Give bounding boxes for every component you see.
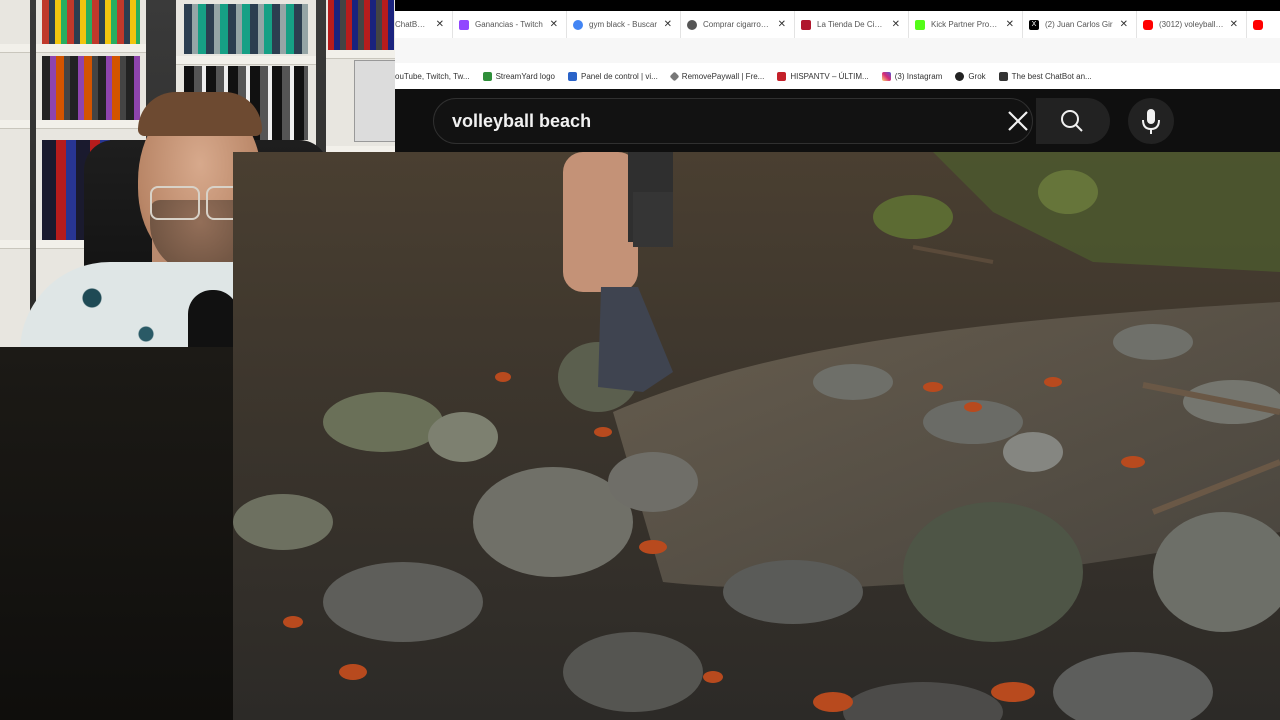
book-row [42,56,140,120]
tab-x[interactable]: X (2) Juan Carlos Gir ✕ [1023,11,1137,38]
shelf-board [36,44,146,53]
search-icon [1061,110,1083,132]
address-bar-area[interactable] [395,38,1280,63]
tab-label: La Tienda De Cigar [817,20,886,29]
bookmark-item[interactable]: Grok [955,71,986,81]
tab-label: Comprar cigarros H [703,20,772,29]
tab-google[interactable]: gym black - Buscar ✕ [567,11,681,38]
shelf-board [0,120,30,129]
tab-kick[interactable]: Kick Partner Progra ✕ [909,11,1023,38]
tab-label: gym black - Buscar [589,20,658,29]
clear-search-button[interactable] [1002,105,1034,137]
google-favicon-icon [573,19,583,30]
glasses-lens-left [150,186,200,220]
close-icon[interactable]: ✕ [1230,19,1238,30]
tab-label: ChatBot a [395,20,430,29]
close-icon[interactable]: ✕ [778,19,786,30]
shelf-board [0,44,30,53]
bookmark-item[interactable]: HISPANTV – ÚLTIM... [777,71,869,81]
close-icon [1008,111,1028,131]
youtube-favicon-icon [1143,19,1153,30]
book-row [42,0,140,44]
tab-label: (2) Juan Carlos Gir [1045,20,1113,29]
bookmark-item[interactable]: ouTube, Twitch, Tw... [395,72,470,81]
bookmark-label: ouTube, Twitch, Tw... [395,71,470,81]
person-hair [138,92,262,136]
bookmark-label: (3) Instagram [894,71,943,81]
voice-search-button[interactable] [1128,98,1174,144]
tab-strip: ChatBot a ✕ Ganancias - Twitch ✕ gym bla… [395,0,1280,38]
shop-favicon-icon [801,19,811,30]
instagram-icon [881,71,891,81]
twitch-favicon-icon [459,19,469,30]
tab-label: (3012) voleyball - Y [1159,20,1224,29]
bookmark-item[interactable]: (3) Instagram [881,71,943,81]
close-icon[interactable]: ✕ [1006,19,1014,30]
bookshelf [0,0,30,347]
browser-window: ChatBot a ✕ Ganancias - Twitch ✕ gym bla… [395,0,1280,152]
bookmarks-bar: ouTube, Twitch, Tw... StreamYard logo Pa… [395,63,1280,89]
tab-youtube[interactable]: (3012) voleyball - Y ✕ [1137,11,1247,38]
close-icon[interactable]: ✕ [436,19,444,30]
bookmark-item[interactable]: RemovePaywall | Fre... [669,71,765,81]
tabstrip-top-bar [395,0,1280,11]
shelf-board [0,240,30,249]
grok-icon [955,71,965,81]
book-row [328,0,394,50]
shelf-board [176,56,316,65]
site-favicon-icon [687,19,697,30]
book-row [184,4,308,54]
bookmark-label: HISPANTV – ÚLTIM... [790,71,869,81]
tab-label: Ganancias - Twitch [475,20,543,29]
close-icon[interactable]: ✕ [1120,19,1128,30]
bookmark-label: Panel de control | vi... [581,71,658,81]
x-logo-icon: X [1029,19,1039,30]
close-icon[interactable]: ✕ [550,19,558,30]
tab-chatbot[interactable]: ChatBot a ✕ [395,11,453,38]
close-icon[interactable]: ✕ [664,19,672,30]
shelf-board [36,120,146,129]
shelf-board [326,50,395,59]
microphone-icon [1142,109,1160,134]
youtube-favicon-icon [1253,19,1263,30]
streamyard-icon [482,71,492,81]
hispantv-icon [777,71,787,81]
tab-cigarros[interactable]: Comprar cigarros H ✕ [681,11,795,38]
removepaywall-icon [669,71,680,81]
video-frame[interactable] [233,152,1280,720]
youtube-search-header: volleyball beach [395,89,1280,152]
bookmark-label: StreamYard logo [495,71,555,81]
bookmark-label: RemovePaywall | Fre... [681,71,765,81]
search-button[interactable] [1036,98,1110,144]
tab-overflow[interactable] [1247,11,1280,38]
chatbot-icon [998,71,1008,81]
tab-twitch[interactable]: Ganancias - Twitch ✕ [453,11,567,38]
search-box[interactable]: volleyball beach [433,98,1033,144]
console-box [354,60,395,142]
bookmark-item[interactable]: The best ChatBot an... [998,71,1092,81]
bookmark-label: Grok [968,71,986,81]
bookmark-item[interactable]: Panel de control | vi... [568,71,658,81]
microphone [188,290,238,347]
forest-stream-scene [233,152,1280,720]
bookmark-label: The best ChatBot an... [1011,71,1092,81]
tab-tienda[interactable]: La Tienda De Cigar ✕ [795,11,909,38]
close-icon[interactable]: ✕ [892,19,900,30]
video-left-shadow [0,347,233,720]
tab-list: ChatBot a ✕ Ganancias - Twitch ✕ gym bla… [395,11,1280,38]
panel-icon [568,71,577,81]
bookmark-item[interactable]: StreamYard logo [482,71,555,81]
tab-label: Kick Partner Progra [931,20,1000,29]
kick-favicon-icon [915,19,925,30]
search-input[interactable]: volleyball beach [452,111,591,132]
